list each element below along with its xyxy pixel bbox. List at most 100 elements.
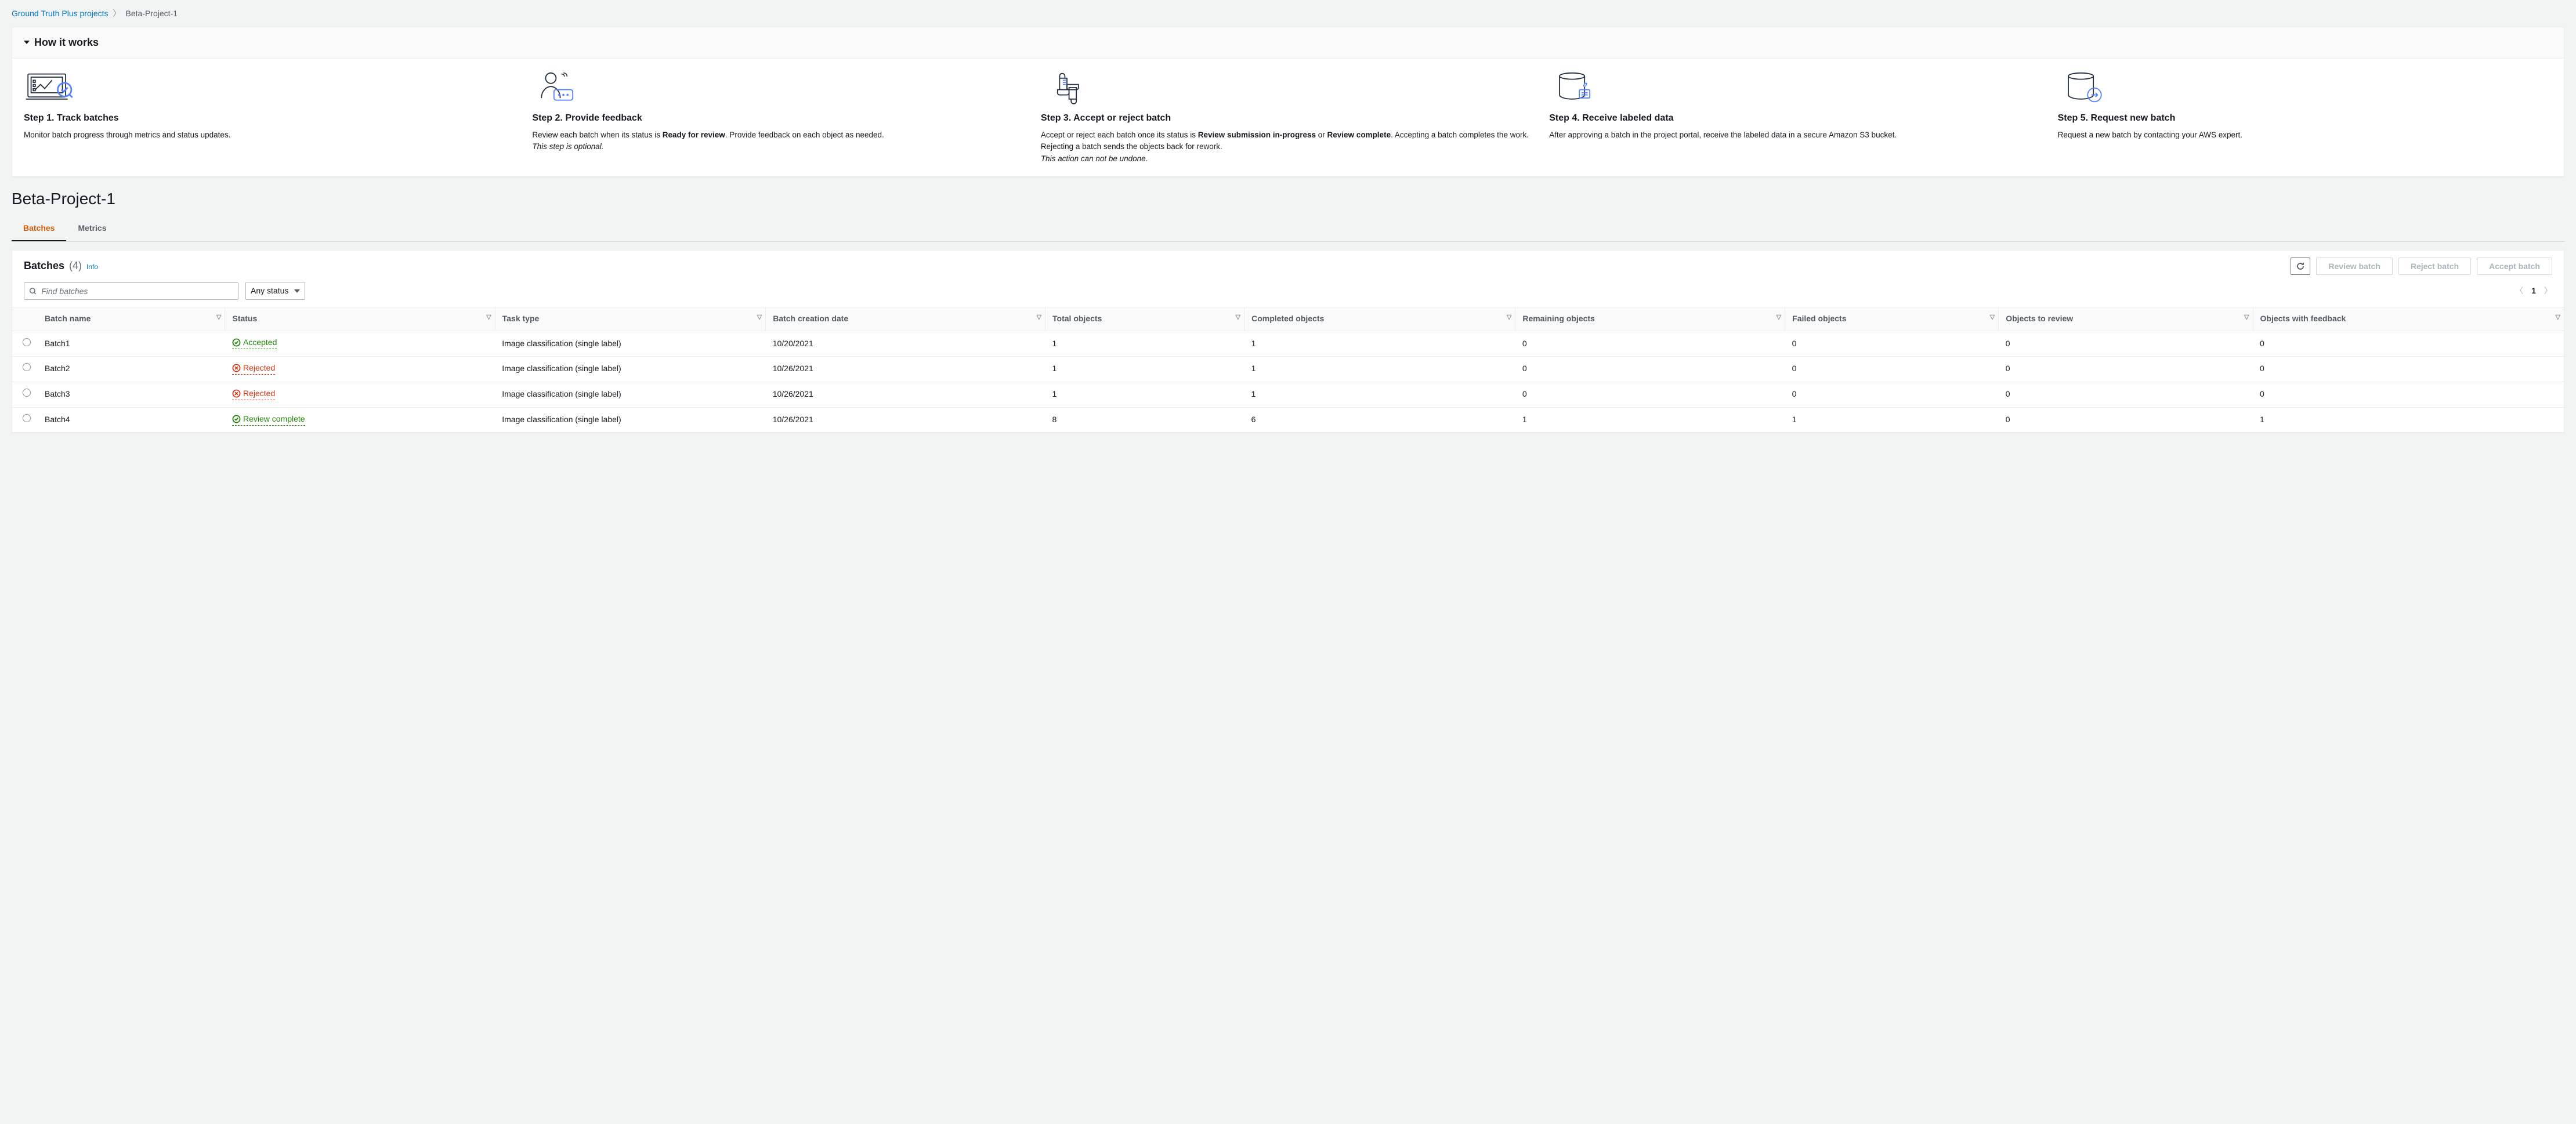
cell-batch-name: Batch4 — [38, 407, 225, 432]
pagination: 〈 1 〉 — [2515, 285, 2552, 297]
column-header[interactable]: Batch creation date — [766, 307, 1045, 331]
cell-batch-name: Batch2 — [38, 356, 225, 382]
column-header[interactable]: Objects with feedback — [2253, 307, 2564, 331]
search-icon — [29, 287, 37, 295]
cell-completed: 1 — [1244, 331, 1515, 356]
breadcrumb-separator-icon: 〉 — [113, 8, 121, 20]
select-all-header — [12, 307, 38, 331]
review-batch-button[interactable]: Review batch — [2316, 258, 2392, 275]
reject-batch-button[interactable]: Reject batch — [2398, 258, 2471, 275]
tabs: BatchesMetrics — [12, 217, 2564, 242]
column-header[interactable]: Objects to review — [1999, 307, 2253, 331]
step-description: Review each batch when its status is Rea… — [532, 129, 1026, 153]
row-radio[interactable] — [23, 363, 31, 371]
accept-batch-button[interactable]: Accept batch — [2477, 258, 2552, 275]
cell-date: 10/26/2021 — [766, 382, 1045, 407]
column-header[interactable]: Status — [225, 307, 495, 331]
how-it-works-toggle[interactable]: How it works — [12, 27, 2564, 59]
column-header[interactable]: Batch name — [38, 307, 225, 331]
cell-remaining: 0 — [1515, 356, 1785, 382]
column-header[interactable]: Failed objects — [1785, 307, 1999, 331]
step-title: Step 3. Accept or reject batch — [1041, 112, 1535, 125]
tab-batches[interactable]: Batches — [12, 217, 66, 241]
status-badge: Rejected — [232, 388, 275, 401]
cell-date: 10/20/2021 — [766, 331, 1045, 356]
cell-total: 1 — [1045, 382, 1244, 407]
cell-remaining: 0 — [1515, 331, 1785, 356]
step-title: Step 5. Request new batch — [2058, 112, 2552, 125]
cell-feedback: 0 — [2253, 331, 2564, 356]
pagination-page: 1 — [2531, 285, 2536, 297]
cell-status: Rejected — [225, 382, 495, 407]
how-it-works-title: How it works — [34, 35, 99, 50]
step-description: Monitor batch progress through metrics a… — [24, 129, 518, 141]
cell-remaining: 1 — [1515, 407, 1785, 432]
search-box[interactable] — [24, 282, 238, 300]
cell-remaining: 0 — [1515, 382, 1785, 407]
cell-feedback: 0 — [2253, 356, 2564, 382]
cell-to-review: 0 — [1999, 331, 2253, 356]
cell-to-review: 0 — [1999, 407, 2253, 432]
row-radio[interactable] — [23, 389, 31, 397]
table-row[interactable]: Batch1 Accepted Image classification (si… — [12, 331, 2564, 356]
status-filter-label: Any status — [251, 285, 288, 297]
cell-completed: 1 — [1244, 382, 1515, 407]
step-icon — [2058, 70, 2110, 105]
cell-status: Review complete — [225, 407, 495, 432]
how-it-works-step: Step 5. Request new batch Request a new … — [2058, 70, 2552, 165]
cell-to-review: 0 — [1999, 356, 2253, 382]
step-title: Step 4. Receive labeled data — [1549, 112, 2043, 125]
status-badge: Review complete — [232, 414, 305, 426]
tab-metrics[interactable]: Metrics — [66, 217, 118, 241]
breadcrumb-root-link[interactable]: Ground Truth Plus projects — [12, 8, 108, 20]
chevron-down-icon — [294, 289, 300, 293]
table-row[interactable]: Batch4 Review complete Image classificat… — [12, 407, 2564, 432]
step-title: Step 1. Track batches — [24, 112, 518, 125]
cell-total: 1 — [1045, 331, 1244, 356]
row-radio[interactable] — [23, 338, 31, 346]
step-icon — [24, 70, 76, 105]
cell-failed: 0 — [1785, 382, 1999, 407]
column-header[interactable]: Completed objects — [1244, 307, 1515, 331]
status-filter-select[interactable]: Any status — [245, 282, 305, 300]
column-header[interactable]: Total objects — [1045, 307, 1244, 331]
batches-count: (4) — [69, 259, 82, 273]
refresh-icon — [2296, 262, 2305, 271]
batches-panel: Batches (4) Info Review batch Reject bat… — [12, 250, 2564, 433]
how-it-works-step: Step 4. Receive labeled data After appro… — [1549, 70, 2043, 165]
column-header[interactable]: Remaining objects — [1515, 307, 1785, 331]
pagination-prev[interactable]: 〈 — [2515, 285, 2523, 297]
column-header[interactable]: Task type — [495, 307, 765, 331]
row-radio[interactable] — [23, 414, 31, 422]
table-row[interactable]: Batch2 Rejected Image classification (si… — [12, 356, 2564, 382]
cell-task-type: Image classification (single label) — [495, 382, 765, 407]
step-description: Request a new batch by contacting your A… — [2058, 129, 2552, 141]
info-link[interactable]: Info — [86, 262, 98, 272]
pagination-next[interactable]: 〉 — [2544, 285, 2552, 297]
step-description: After approving a batch in the project p… — [1549, 129, 2043, 141]
batches-table: Batch nameStatusTask typeBatch creation … — [12, 307, 2564, 432]
cell-task-type: Image classification (single label) — [495, 356, 765, 382]
page-title: Beta-Project-1 — [12, 187, 2564, 210]
cell-failed: 0 — [1785, 331, 1999, 356]
how-it-works-step: Step 3. Accept or reject batch Accept or… — [1041, 70, 1535, 165]
status-badge: Rejected — [232, 362, 275, 375]
table-row[interactable]: Batch3 Rejected Image classification (si… — [12, 382, 2564, 407]
search-input[interactable] — [40, 285, 233, 297]
cell-completed: 1 — [1244, 356, 1515, 382]
cell-completed: 6 — [1244, 407, 1515, 432]
cell-date: 10/26/2021 — [766, 356, 1045, 382]
batches-title: Batches — [24, 259, 64, 273]
how-it-works-step: Step 1. Track batches Monitor batch prog… — [24, 70, 518, 165]
cell-date: 10/26/2021 — [766, 407, 1045, 432]
step-icon — [1549, 70, 1601, 105]
refresh-button[interactable] — [2291, 258, 2310, 275]
caret-down-icon — [24, 41, 30, 44]
cell-to-review: 0 — [1999, 382, 2253, 407]
cell-total: 8 — [1045, 407, 1244, 432]
how-it-works-panel: How it works Step 1. Track batches Monit… — [12, 27, 2564, 177]
cell-task-type: Image classification (single label) — [495, 407, 765, 432]
step-description: Accept or reject each batch once its sta… — [1041, 129, 1535, 165]
status-badge: Accepted — [232, 337, 277, 350]
cell-total: 1 — [1045, 356, 1244, 382]
